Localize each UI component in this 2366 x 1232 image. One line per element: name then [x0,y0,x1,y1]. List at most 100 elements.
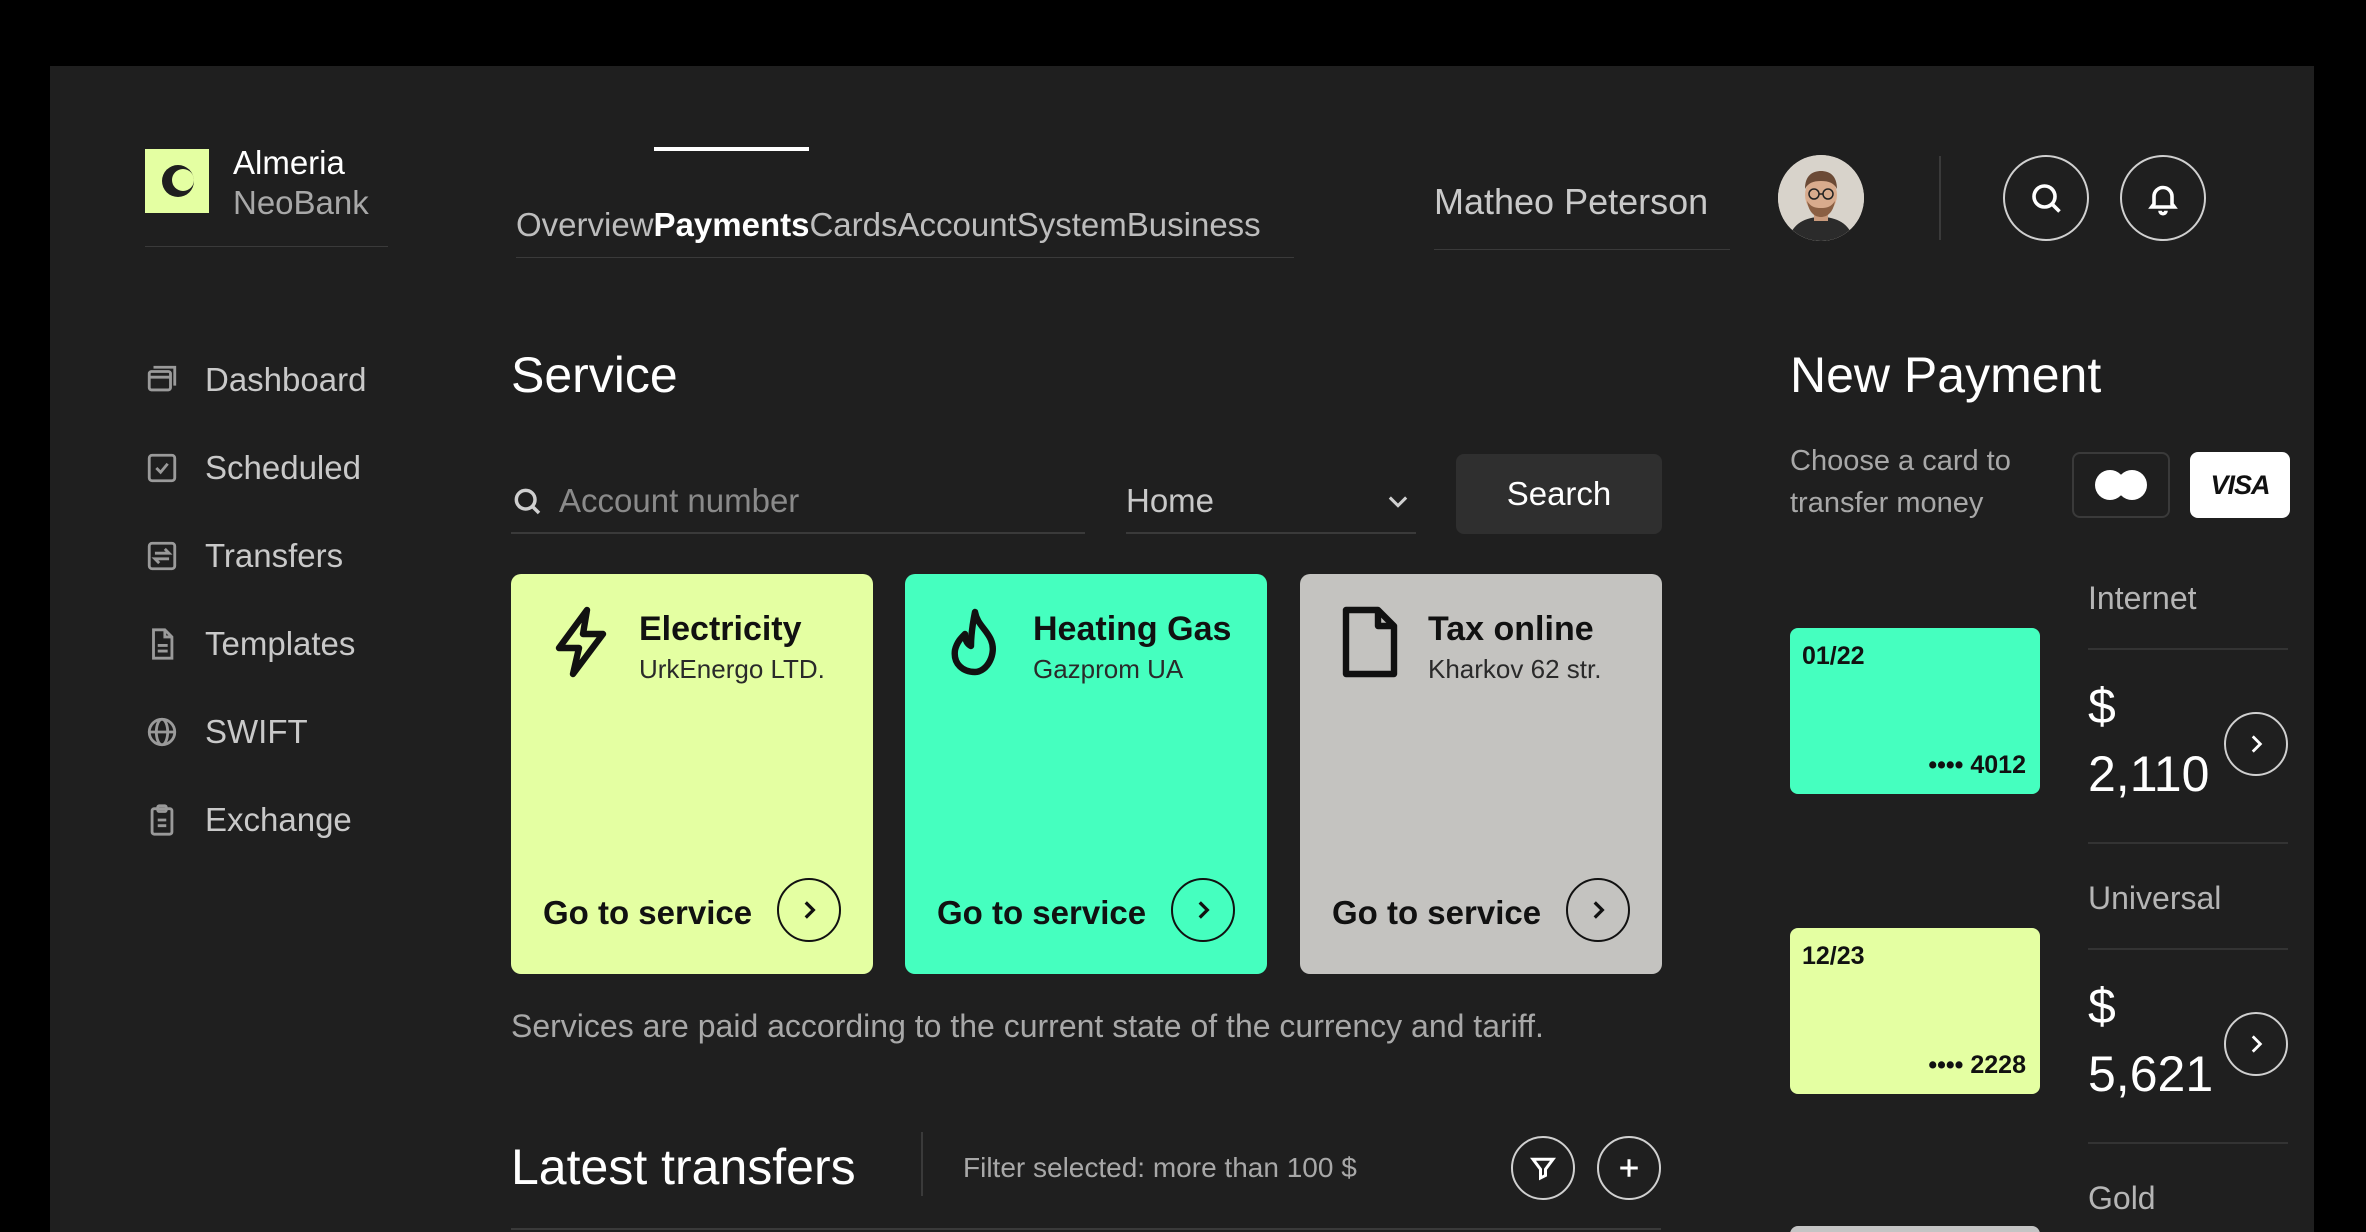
service-card-tax-online[interactable]: Tax online Kharkov 62 str. Go to service [1300,574,1662,974]
lightning-icon [549,606,613,678]
chevron-down-icon [1388,496,1408,508]
sidebar-item-exchange[interactable]: Exchange [145,776,366,864]
tab-payments[interactable]: Payments [653,147,809,257]
section-divider [921,1132,923,1196]
sidebar-item-swift[interactable]: SWIFT [145,688,366,776]
notifications-button[interactable] [2120,155,2206,241]
tab-account[interactable]: Account [897,206,1016,257]
sidebar-item-dashboard[interactable]: Dashboard [145,336,366,424]
service-provider: Gazprom UA [1033,654,1184,684]
service-note: Services are paid according to the curre… [511,1008,1544,1044]
card-expiry: 12/23 [1802,942,1865,970]
chevron-right-icon [2251,1035,2263,1053]
sidebar-item-transfers[interactable]: Transfers [145,512,366,600]
account-name: Universal [2088,880,2222,916]
table-top-border [511,1228,1661,1230]
new-payment-subtitle: Choose a card to transfer money [1790,445,2011,519]
sidebar-item-label: Dashboard [205,361,367,398]
section-title-service: Service [511,347,678,403]
flame-icon [943,606,1007,678]
sidebar-item-label: Exchange [205,801,352,838]
go-to-service-button[interactable] [1171,878,1235,942]
card-expiry: 01/22 [1802,642,1865,670]
account-search-field[interactable] [511,470,1085,534]
add-transfer-button[interactable] [1597,1136,1661,1200]
sidebar: Dashboard Scheduled Transfers Templates … [145,336,366,864]
go-to-service-link[interactable]: Go to service [937,894,1146,932]
app-window: Almeria NeoBank Dashboard Scheduled Tran… [50,66,2314,1232]
chevron-right-icon [804,901,816,919]
account-amount: $ 2,110 [2088,678,2210,802]
payment-card[interactable] [1790,1226,2040,1232]
service-name: Heating Gas [1033,610,1232,648]
tab-system[interactable]: System [1017,206,1127,257]
account-divider [2088,842,2288,844]
account-divider [2088,948,2288,950]
account-divider [2088,1142,2288,1144]
account-open-button[interactable] [2224,712,2288,776]
service-card-heating-gas[interactable]: Heating Gas Gazprom UA Go to service [905,574,1267,974]
brand-logo-icon [145,149,209,213]
go-to-service-button[interactable] [777,878,841,942]
brand[interactable]: Almeria NeoBank [145,144,388,247]
search-icon [2032,184,2061,213]
sidebar-item-templates[interactable]: Templates [145,600,366,688]
transfer-icon [145,539,179,573]
section-title-latest-transfers: Latest transfers [511,1139,856,1195]
account-name: Internet [2088,580,2197,616]
section-title-new-payment: New Payment [1790,347,2102,403]
chevron-right-icon [1198,901,1210,919]
service-provider: UrkEnergo LTD. [639,654,825,684]
checkbox-icon [145,451,179,485]
avatar-portrait-icon [1778,155,1864,241]
filter-status: Filter selected: more than 100 $ [963,1152,1357,1183]
service-name: Tax online [1428,610,1594,648]
clipboard-icon [145,803,179,837]
file-icon [1338,606,1402,678]
category-select[interactable]: Home [1126,470,1416,534]
mastercard-button[interactable] [2072,452,2170,518]
go-to-service-link[interactable]: Go to service [543,894,752,932]
top-nav: Overview Payments Cards Account System B… [516,147,1294,258]
sidebar-item-scheduled[interactable]: Scheduled [145,424,366,512]
card-number: •••• 2228 [1928,1051,2026,1079]
visa-button[interactable]: VISA [2190,452,2290,518]
category-select-value: Home [1126,482,1215,519]
service-card-electricity[interactable]: Electricity UrkEnergo LTD. Go to service [511,574,873,974]
chevron-right-icon [2251,735,2263,753]
account-divider [2088,648,2288,650]
service-name: Electricity [639,610,802,648]
brand-name: Almeria [233,144,345,181]
document-icon [145,627,179,661]
go-to-service-link[interactable]: Go to service [1332,894,1541,932]
chevron-right-icon [1593,901,1605,919]
payment-card[interactable]: 12/23 •••• 2228 [1790,928,2040,1094]
globe-icon [145,715,179,749]
service-provider: Kharkov 62 str. [1428,654,1602,684]
tab-business[interactable]: Business [1127,206,1261,257]
plus-icon [1620,1159,1638,1177]
go-to-service-button[interactable] [1566,878,1630,942]
header-divider [1939,156,1941,240]
user-name[interactable]: Matheo Peterson [1434,173,1730,250]
search-icon [514,488,541,515]
window-icon [145,363,179,397]
account-name: Gold [2088,1180,2156,1216]
bell-icon [2148,185,2178,216]
tab-cards[interactable]: Cards [809,206,897,257]
account-number-input[interactable] [559,482,1059,520]
sidebar-item-label: Templates [205,625,356,662]
sidebar-item-label: Scheduled [205,449,361,486]
search-submit-button[interactable]: Search [1456,454,1662,534]
sidebar-item-label: Transfers [205,537,344,574]
card-number: •••• 4012 [1928,751,2026,779]
filter-button[interactable] [1511,1136,1575,1200]
tab-overview[interactable]: Overview [516,206,654,257]
filter-icon [1530,1157,1556,1181]
brand-subname: NeoBank [233,184,369,221]
account-amount: $ 5,621 [2088,978,2214,1102]
account-open-button[interactable] [2224,1012,2288,1076]
payment-card[interactable]: 01/22 •••• 4012 [1790,628,2040,794]
search-button[interactable] [2003,155,2089,241]
avatar[interactable] [1778,155,1864,241]
